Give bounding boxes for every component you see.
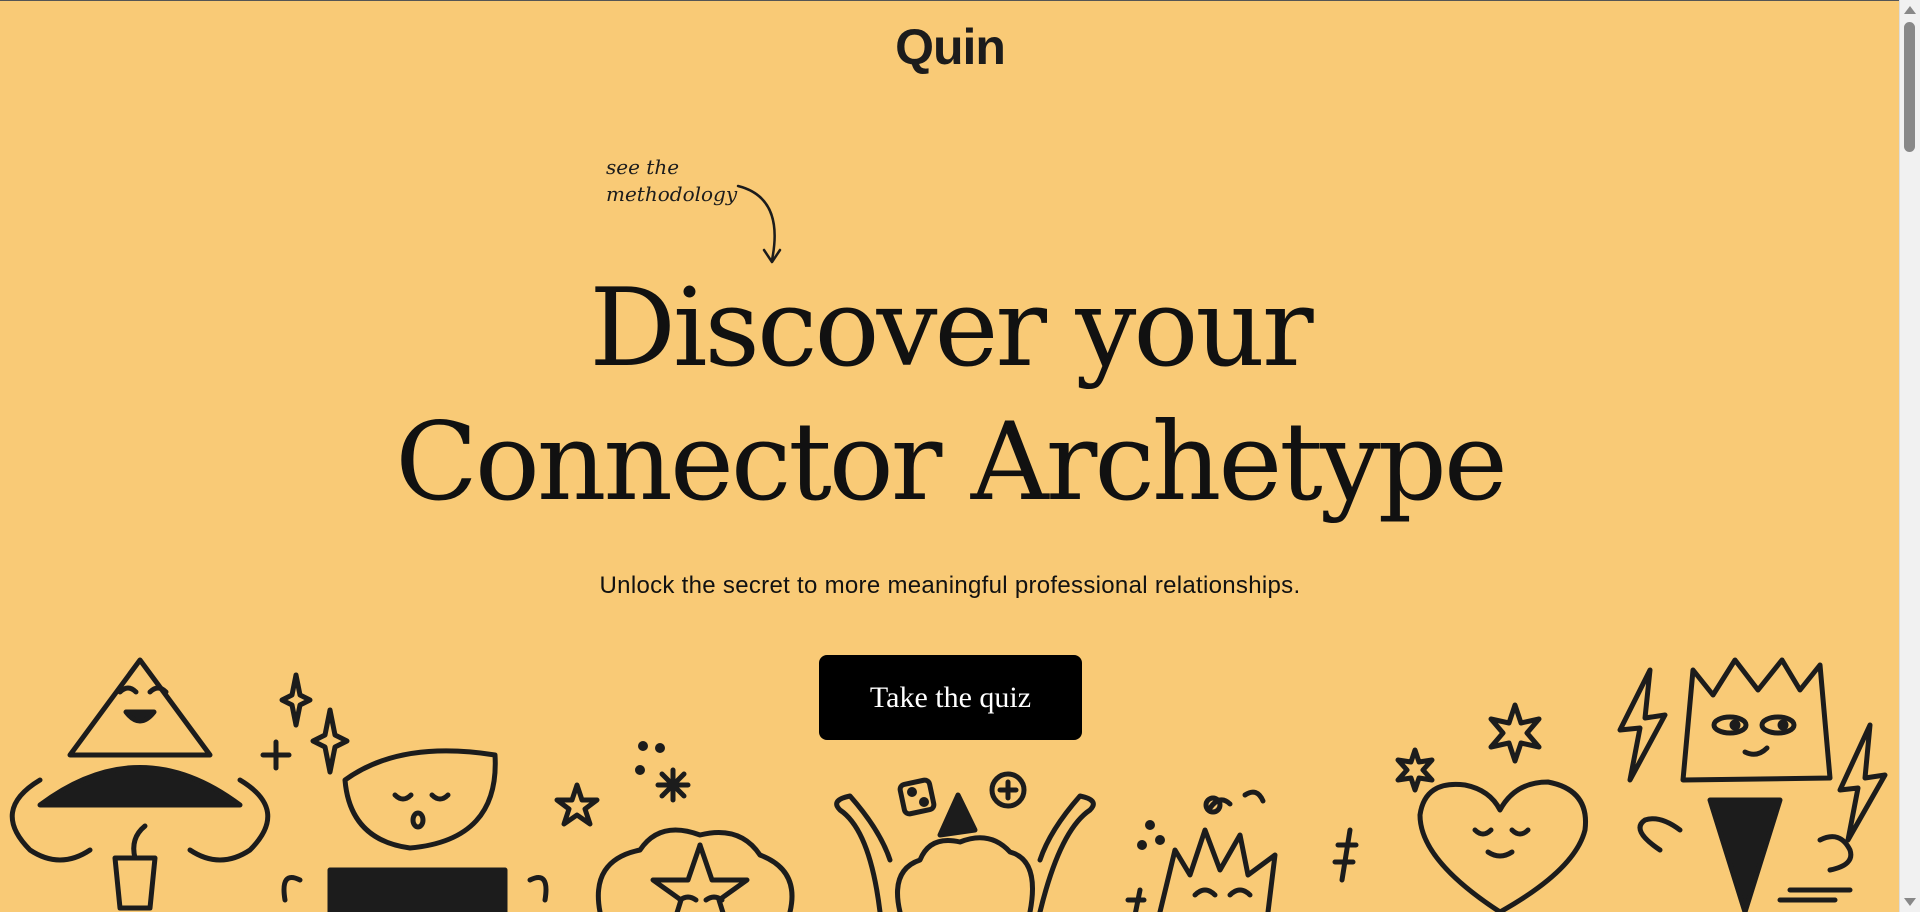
headline-line-1: Discover your xyxy=(589,266,1313,391)
flower-character-icon xyxy=(595,827,795,912)
curved-arrow-down-icon xyxy=(736,184,782,264)
top-border xyxy=(0,0,1900,1)
methodology-line-1: see the xyxy=(606,155,680,179)
quin-logo[interactable]: Quin xyxy=(0,18,1900,76)
hero-subtitle: Unlock the secret to more meaningful pro… xyxy=(599,572,1301,599)
heart-character-icon xyxy=(1417,779,1589,912)
methodology-line-2: methodology xyxy=(606,182,738,206)
crown-character-icon xyxy=(1637,657,1854,912)
triangle-character-icon xyxy=(9,657,271,911)
headline-line-2: Connector Archetype xyxy=(395,400,1508,525)
sun-character-icon xyxy=(1125,789,1359,912)
scroll-thumb[interactable] xyxy=(1904,22,1915,152)
methodology-link[interactable]: see the methodology xyxy=(606,154,737,208)
archetype-illustration xyxy=(9,657,1888,912)
cloud-character-icon xyxy=(834,771,1096,912)
half-moon-character-icon xyxy=(281,748,549,912)
scroll-down-icon[interactable] xyxy=(1904,898,1916,906)
page-title: Discover your Connector Archetype xyxy=(0,262,1900,530)
star-icon xyxy=(1395,702,1542,793)
scroll-up-icon[interactable] xyxy=(1904,6,1916,14)
page-scrollbar[interactable] xyxy=(1899,0,1920,912)
sparkle-icon xyxy=(260,672,350,775)
star-icon xyxy=(554,741,691,827)
landing-page: Quin see the methodology Discover your C… xyxy=(0,0,1920,912)
